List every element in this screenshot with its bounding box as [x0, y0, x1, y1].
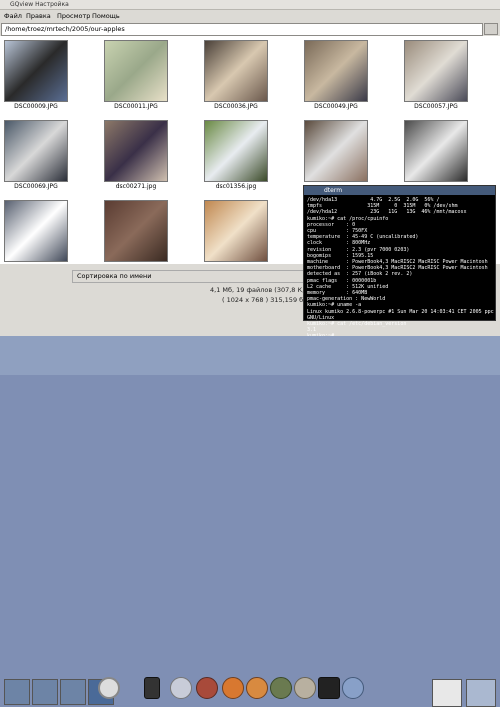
menu-view[interactable]: Просмотр: [57, 11, 90, 21]
firefox-icon[interactable]: [222, 677, 244, 699]
pin-icon[interactable]: [170, 677, 192, 699]
mail-icon[interactable]: [270, 677, 292, 699]
thumbnail-image[interactable]: [304, 120, 368, 182]
clock-icon[interactable]: [98, 677, 120, 699]
thumbnail-image[interactable]: [104, 120, 168, 182]
thumbnail-image[interactable]: [404, 40, 468, 102]
thumbnail-item[interactable]: DSC00011.JPG: [104, 40, 168, 110]
thumbnail-item[interactable]: [4, 200, 68, 270]
terminal-output[interactable]: /dev/hda13 4.7G 2.5G 2.0G 56% / tmpfs 315…: [307, 197, 494, 340]
thumbnail-item[interactable]: dsc00271.jpg: [104, 120, 168, 190]
file-manager-icon[interactable]: [342, 677, 364, 699]
thumbnail-caption: DSC00069.JPG: [14, 183, 58, 190]
thumbnail-image[interactable]: [304, 40, 368, 102]
thumbnail-item[interactable]: DSC00036.JPG: [204, 40, 268, 110]
thumbnail-item[interactable]: DSC00057.JPG: [404, 40, 468, 110]
terminal-line: /dev/hda12 23G 11G 13G 46% /mnt/macosx: [307, 209, 467, 216]
bottom-panel: [0, 336, 500, 707]
thumbnail-image[interactable]: [104, 200, 168, 262]
thumbnail-image[interactable]: [204, 120, 268, 182]
terminal-title: dterm: [324, 187, 343, 194]
thumbnail-caption: dsc01356.jpg: [215, 183, 257, 190]
thumbnail-item[interactable]: DSC00009.JPG: [4, 40, 68, 110]
thumbnail-item[interactable]: dsc01356.jpg: [204, 120, 268, 190]
image-info: ( 1024 x 768 ) 315,159 байт: [222, 296, 316, 304]
path-value: /home/troez/mrtech/2005/our-apples: [5, 25, 125, 33]
thumbnail-item[interactable]: DSC00049.JPG: [304, 40, 368, 110]
sort-label: Сортировка по имени: [77, 272, 152, 280]
title-bar[interactable]: GQview Настройка: [0, 0, 500, 10]
thumbnail-item[interactable]: [304, 120, 368, 190]
menu-file[interactable]: Файл: [4, 11, 22, 21]
thumbnail-caption: DSC00049.JPG: [314, 103, 358, 110]
workspace-1[interactable]: [4, 679, 30, 705]
thumbnail-item[interactable]: [204, 200, 268, 270]
thumbnail-item[interactable]: [404, 120, 468, 190]
thumbnail-caption: DSC00057.JPG: [414, 103, 458, 110]
menu-edit[interactable]: Правка: [26, 11, 51, 21]
menu-help[interactable]: Помощь: [92, 11, 120, 21]
thumbnail-caption: DSC00036.JPG: [214, 103, 258, 110]
terminal-line: Linux kumiko 2.6.8-powerpc #1 Sun Mar 20…: [307, 308, 494, 315]
files-status: 4,1 Мб, 19 файлов (307,8 К, 1): [210, 286, 313, 294]
sort-selector[interactable]: Сортировка по имени: [72, 270, 304, 283]
path-input[interactable]: /home/troez/mrtech/2005/our-apples: [1, 23, 483, 36]
tray-preview-2[interactable]: [466, 679, 496, 707]
gnome-foot-icon[interactable]: [196, 677, 218, 699]
thumbnail-image[interactable]: [4, 200, 68, 262]
thumbnail-item[interactable]: DSC00069.JPG: [4, 120, 68, 190]
terminal-icon[interactable]: [318, 677, 340, 699]
workspace-3[interactable]: [60, 679, 86, 705]
terminal-window[interactable]: dterm /dev/hda13 4.7G 2.5G 2.0G 56% / tmp…: [303, 185, 496, 339]
window-title: GQview Настройка: [10, 1, 69, 8]
path-menu-button[interactable]: [484, 23, 498, 35]
workspace-2[interactable]: [32, 679, 58, 705]
thumbnail-image[interactable]: [4, 120, 68, 182]
gaim-icon[interactable]: [246, 677, 268, 699]
thumbnail-caption: dsc00271.jpg: [115, 183, 157, 190]
trash-icon[interactable]: [144, 677, 160, 699]
terminal-title-bar[interactable]: dterm: [304, 186, 495, 195]
thumbnail-caption: DSC00009.JPG: [14, 103, 58, 110]
script-icon[interactable]: [294, 677, 316, 699]
menu-bar: Файл Правка Просмотр Помощь: [0, 10, 500, 22]
thumbnail-image[interactable]: [204, 40, 268, 102]
thumbnail-image[interactable]: [4, 40, 68, 102]
thumbnail-image[interactable]: [404, 120, 468, 182]
tray-preview[interactable]: [432, 679, 462, 707]
thumbnail-image[interactable]: [204, 200, 268, 262]
thumbnail-item[interactable]: [104, 200, 168, 270]
thumbnail-caption: DSC00011.JPG: [114, 103, 158, 110]
thumbnail-image[interactable]: [104, 40, 168, 102]
